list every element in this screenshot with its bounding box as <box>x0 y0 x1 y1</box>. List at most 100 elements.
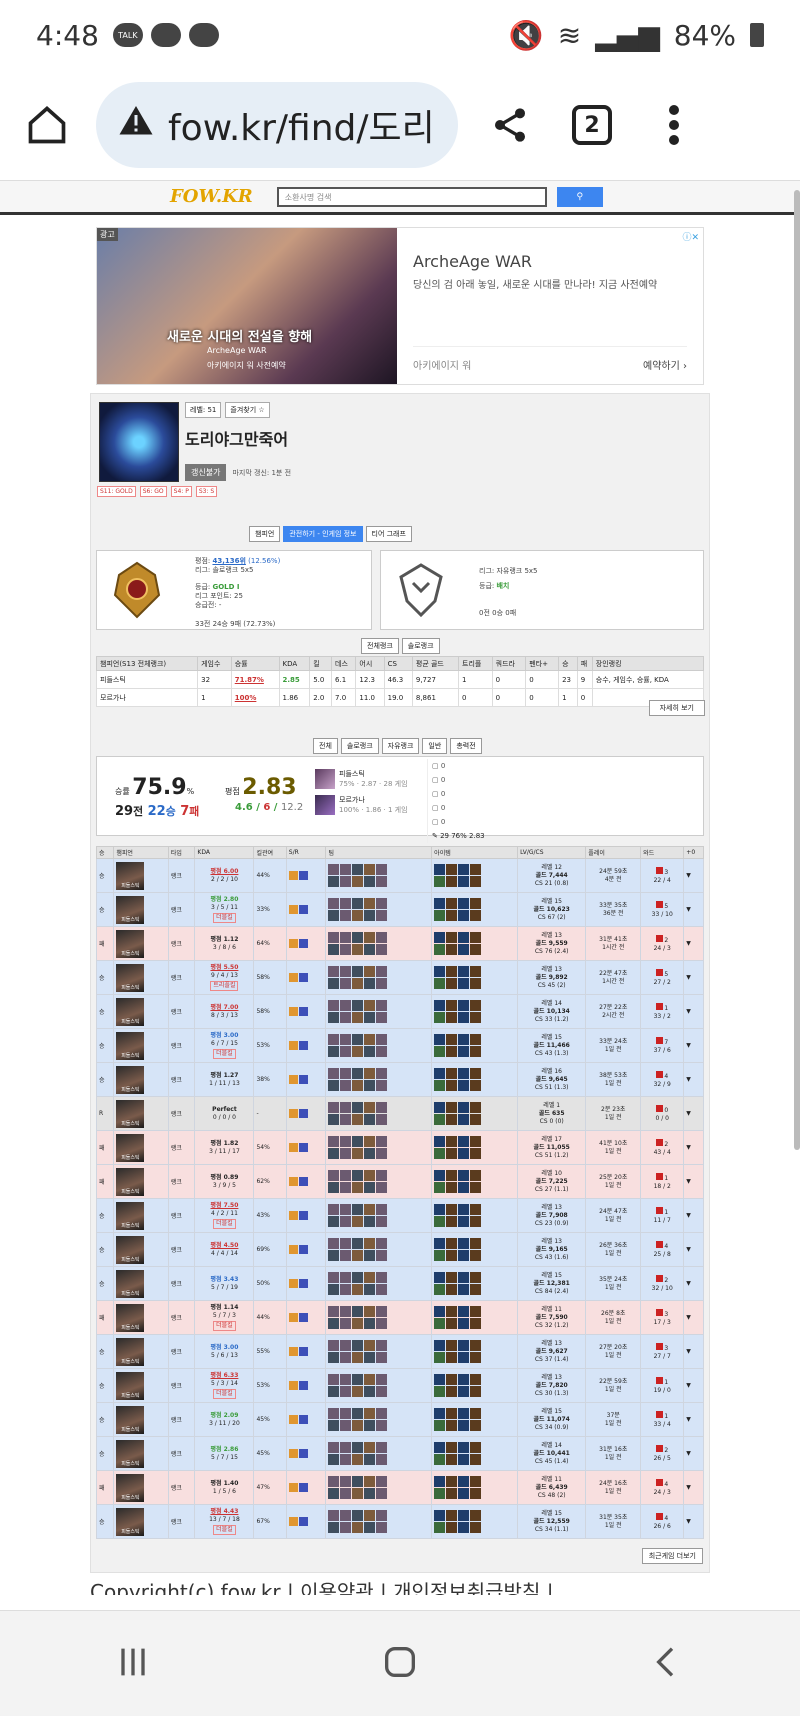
champion-portrait[interactable]: 피들스틱 <box>116 1405 145 1434</box>
match-row[interactable]: 패 피들스틱 랭크 평점 1.14 5 / 7 / 3 더블킬 44% 레벨 11 골드 7,5… <box>95 1300 704 1335</box>
expand-chevron-icon[interactable]: ▼ <box>686 1246 691 1253</box>
advertisement[interactable]: 광고 새로운 시대의 전설을 향해 ArcheAge WAR 아키에이지 워 사… <box>96 227 704 385</box>
tab-tier-graph[interactable]: 티어 그래프 <box>365 526 412 542</box>
champion-portrait[interactable]: 피들스틱 <box>116 1065 145 1094</box>
match-row[interactable]: 승 피들스틱 랭크 평점 4.43 13 / 7 / 18 더블킬 67% 레벨 15 골드 1… <box>95 1504 704 1539</box>
column-header[interactable]: 승 <box>558 656 578 671</box>
home-button[interactable] <box>380 1642 420 1686</box>
match-row[interactable]: 승 피들스틱 랭크 평점 2.86 5 / 7 / 15 45% 레벨 14 골드 10,44… <box>95 1436 704 1471</box>
champion-portrait[interactable]: 피들스틱 <box>116 895 145 924</box>
match-row[interactable]: 승 피들스틱 랭크 평점 1.27 1 / 11 / 13 38% 레벨 16 골드 9,64… <box>95 1062 704 1097</box>
tab-spectate[interactable]: 관전하기 - 인게임 정보 <box>283 526 363 542</box>
champion-portrait[interactable]: 피들스틱 <box>116 1337 145 1366</box>
column-header[interactable]: 플레이 <box>585 846 642 859</box>
champion-portrait[interactable]: 피들스틱 <box>116 1133 145 1162</box>
tab-champion[interactable]: 챔피언 <box>249 526 281 542</box>
column-header[interactable]: 팀 <box>325 846 433 859</box>
champion-portrait[interactable]: 피들스틱 <box>116 861 145 890</box>
column-header[interactable]: 패 <box>576 656 593 671</box>
column-header[interactable]: 게임수 <box>197 656 232 671</box>
champion-portrait[interactable]: 피들스틱 <box>116 1099 145 1128</box>
detail-view-button[interactable]: 자세히 보기 <box>648 700 705 716</box>
champion-portrait[interactable]: 피들스틱 <box>116 1235 145 1264</box>
expand-chevron-icon[interactable]: ▼ <box>686 1212 691 1219</box>
column-header[interactable]: KDA <box>278 656 311 671</box>
column-header[interactable]: 와드 <box>640 846 685 859</box>
home-icon[interactable] <box>20 98 74 152</box>
summoner-search-input[interactable]: 소환사명 검색 <box>276 186 547 207</box>
table-row[interactable]: 모르가나 1 100% 1.86 2.0 7.0 11.0 19.0 8,861 0 0 0 1 0 <box>95 688 705 707</box>
match-row[interactable]: 패 피들스틱 랭크 평점 1.40 1 / 5 / 6 47% 레벨 11 골드 6,439 C… <box>95 1470 704 1505</box>
match-row[interactable]: 승 피들스틱 랭크 평점 5.50 9 / 4 / 13 트리플킬 58% 레벨 13 골드 9… <box>95 960 704 995</box>
scrollbar[interactable] <box>794 190 800 1150</box>
champion-portrait[interactable]: 피들스틱 <box>116 1269 145 1298</box>
expand-chevron-icon[interactable]: ▼ <box>686 1280 691 1287</box>
match-row[interactable]: 승 피들스틱 랭크 평점 7.00 8 / 3 / 13 58% 레벨 14 골드 10,13… <box>95 994 704 1029</box>
champion-portrait[interactable]: 피들스틱 <box>116 1371 145 1400</box>
column-header[interactable]: 아이템 <box>431 846 519 859</box>
tab-all-rank[interactable]: 전체랭크 <box>361 638 399 654</box>
expand-chevron-icon[interactable]: ▼ <box>686 872 691 879</box>
expand-chevron-icon[interactable]: ▼ <box>686 1110 691 1117</box>
column-header[interactable]: 타입 <box>167 846 196 859</box>
expand-chevron-icon[interactable]: ▼ <box>686 906 691 913</box>
update-button[interactable]: 갱신불가 <box>185 464 227 481</box>
fow-logo[interactable]: FOW.KR <box>170 186 253 207</box>
tab-aram[interactable]: 총력전 <box>450 738 482 754</box>
champion-portrait[interactable]: 피들스틱 <box>116 1201 145 1230</box>
more-games-button[interactable]: 최근게임 더보기 <box>641 1548 703 1564</box>
expand-chevron-icon[interactable]: ▼ <box>686 940 691 947</box>
column-header[interactable]: KDA <box>194 846 255 859</box>
column-header[interactable]: 승률 <box>230 656 280 671</box>
expand-chevron-icon[interactable]: ▼ <box>686 1314 691 1321</box>
champion-portrait[interactable]: 피들스틱 <box>116 1303 145 1332</box>
tab-solo-rank[interactable]: 솔로랭크 <box>401 638 440 654</box>
address-bar[interactable]: fow.kr/find/도리 <box>96 82 458 168</box>
column-header[interactable]: 챔피언 <box>113 846 169 859</box>
more-menu-icon[interactable] <box>644 95 704 155</box>
champion-portrait[interactable]: 피들스틱 <box>116 963 145 992</box>
column-header[interactable]: 킬 <box>309 656 333 671</box>
column-header[interactable]: 장인랭킹 <box>591 656 705 671</box>
column-header[interactable]: 킬관여 <box>253 846 287 859</box>
match-row[interactable]: 패 피들스틱 랭크 평점 1.82 3 / 11 / 17 54% 레벨 17 골드 11,0… <box>95 1130 704 1165</box>
column-header[interactable]: 트리플 <box>458 656 493 671</box>
match-row[interactable]: 패 피들스틱 랭크 평점 0.89 3 / 9 / 5 62% 레벨 10 골드 7,225 C… <box>95 1164 704 1199</box>
tab-flex[interactable]: 자유랭크 <box>381 738 420 754</box>
table-row[interactable]: 피들스틱 32 71.87% 2.85 5.0 6.1 12.3 46.3 9,727 1 0 0 23… <box>95 670 705 689</box>
expand-chevron-icon[interactable]: ▼ <box>686 1144 691 1151</box>
favorite-button[interactable]: 즐겨찾기 ☆ <box>225 402 270 418</box>
share-icon[interactable] <box>480 95 540 155</box>
solo-points[interactable]: 43,136위 <box>212 557 245 565</box>
champion-portrait[interactable]: 피들스틱 <box>116 997 145 1026</box>
column-header[interactable]: S/R <box>285 846 327 859</box>
back-button[interactable] <box>647 1642 687 1686</box>
expand-chevron-icon[interactable]: ▼ <box>686 1042 691 1049</box>
column-header[interactable]: 펜타+ <box>525 656 560 671</box>
match-row[interactable]: 승 피들스틱 랭크 평점 3.00 5 / 6 / 13 55% 레벨 13 골드 9,627… <box>95 1334 704 1369</box>
tab-normal[interactable]: 일반 <box>422 738 448 754</box>
column-header[interactable]: LV/G/CS <box>517 846 587 859</box>
column-header[interactable]: 어시 <box>355 656 385 671</box>
match-row[interactable]: 승 피들스틱 랭크 평점 3.43 5 / 7 / 19 50% 레벨 15 골드 12,38… <box>95 1266 704 1301</box>
champion-portrait[interactable]: 피들스틱 <box>116 1473 145 1502</box>
match-row[interactable]: 승 피들스틱 랭크 평점 4.50 4 / 4 / 14 69% 레벨 13 골드 9,165… <box>95 1232 704 1267</box>
tab-switcher-button[interactable]: 2 <box>562 95 622 155</box>
expand-chevron-icon[interactable]: ▼ <box>686 974 691 981</box>
column-header[interactable]: CS <box>383 656 413 671</box>
match-row[interactable]: 승 피들스틱 랭크 평점 7.50 4 / 2 / 11 더블킬 43% 레벨 13 골드 7,… <box>95 1198 704 1233</box>
expand-chevron-icon[interactable]: ▼ <box>686 1348 691 1355</box>
tab-all[interactable]: 전체 <box>313 738 338 754</box>
column-header[interactable]: +0 <box>683 846 704 859</box>
match-row[interactable]: 승 피들스틱 랭크 평점 6.00 2 / 2 / 10 44% 레벨 12 골드 7,444… <box>95 858 704 893</box>
expand-chevron-icon[interactable]: ▼ <box>686 1382 691 1389</box>
adchoices-icon[interactable]: ⓘ✕ <box>682 230 699 243</box>
ad-cta-button[interactable]: 예약하기 › <box>643 357 687 372</box>
column-header[interactable]: 데스 <box>331 656 357 671</box>
expand-chevron-icon[interactable]: ▼ <box>686 1178 691 1185</box>
match-row[interactable]: 패 피들스틱 랭크 평점 1.12 3 / 8 / 6 64% 레벨 13 골드 9,559 C… <box>95 926 704 961</box>
expand-chevron-icon[interactable]: ▼ <box>686 1484 691 1491</box>
recent-apps-button[interactable] <box>113 1642 153 1686</box>
champion-portrait[interactable]: 피들스틱 <box>116 1439 145 1468</box>
champion-portrait[interactable]: 피들스틱 <box>116 1507 145 1536</box>
